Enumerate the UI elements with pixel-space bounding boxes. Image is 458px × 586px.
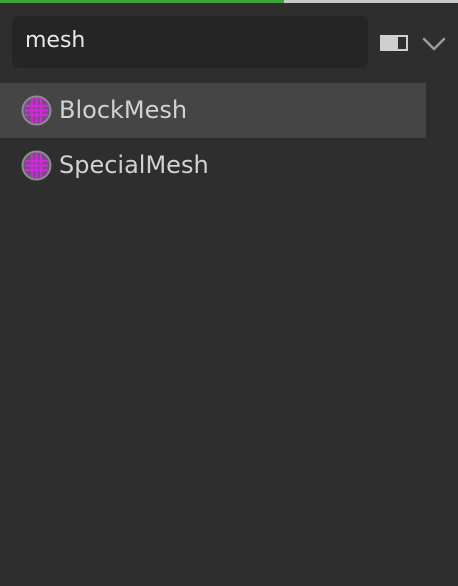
result-label: SpecialMesh [59,151,209,179]
chevron-down-icon[interactable] [422,35,446,53]
result-item-specialmesh[interactable]: SpecialMesh [0,138,426,193]
panel-toggle-icon[interactable] [380,35,408,51]
result-label: BlockMesh [59,96,188,124]
search-results-list: BlockMesh SpecialMesh [0,83,458,193]
mesh-class-icon [21,95,52,126]
mesh-class-icon [21,150,52,181]
search-input-value: mesh [25,28,86,53]
search-toolbar: mesh [0,3,458,81]
search-input[interactable]: mesh [12,16,368,68]
result-item-blockmesh[interactable]: BlockMesh [0,83,426,138]
